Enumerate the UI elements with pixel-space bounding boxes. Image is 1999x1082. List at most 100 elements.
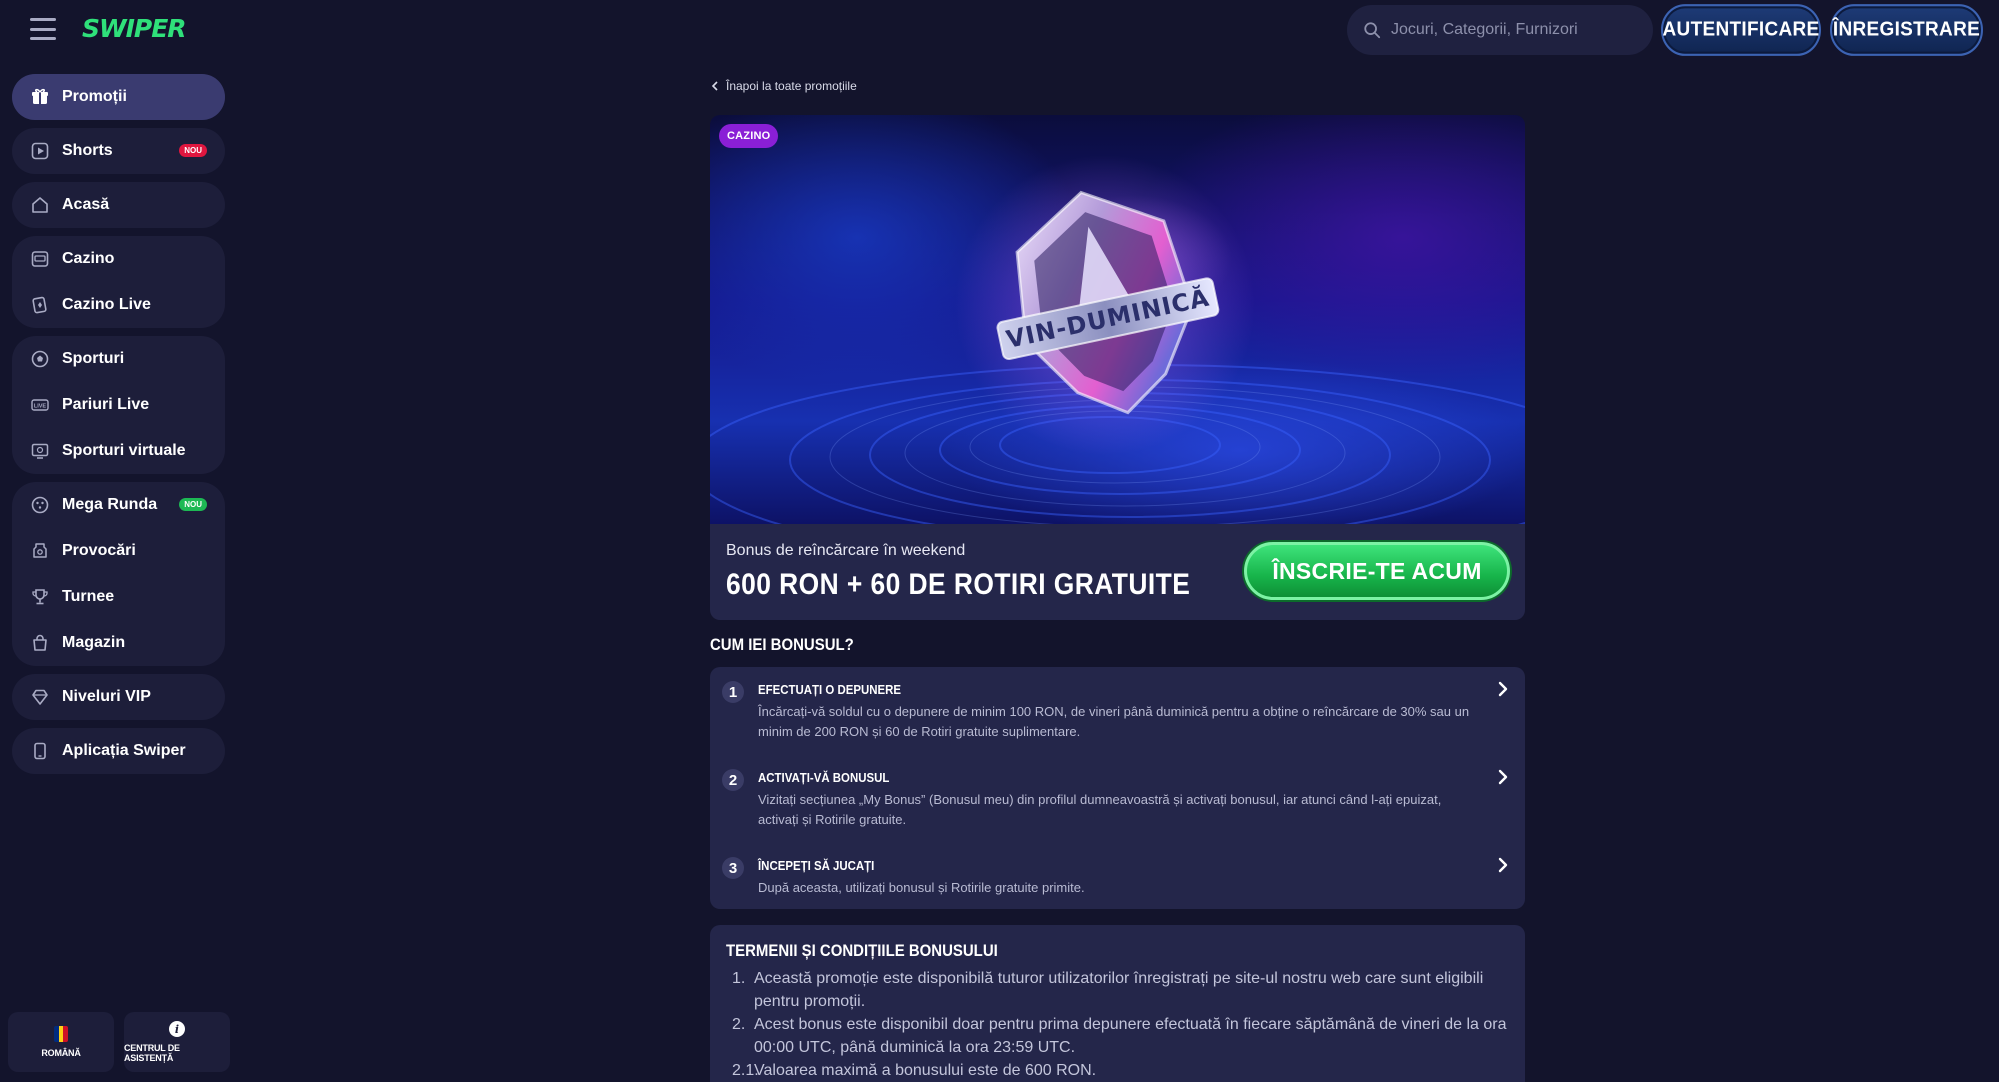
sidebar-item-label: Mega Runda [62,496,158,513]
slot-machine-icon [30,249,50,269]
sidebar-item-provocari[interactable]: Provocări [12,528,225,574]
language-button[interactable]: ROMÂNĂ [8,1012,114,1072]
sidebar-item-cazino-live[interactable]: Cazino Live [12,282,225,328]
back-link-label: Înapoi la toate promoțiile [726,79,857,93]
sidebar-item-pariuri-live[interactable]: LIVE Pariuri Live [12,382,225,428]
sidebar-item-sporturi-virtuale[interactable]: Sporturi virtuale [12,428,225,474]
promo-hero-image: VIN-DUMINICĂ [710,115,1525,524]
terms-and-conditions: TERMENII ȘI CONDIȚIILE BONUSULUI 1. Acea… [710,925,1525,1082]
term-item: 2. Acest bonus este disponibil doar pent… [726,1013,1516,1059]
chevron-right-icon[interactable] [1495,680,1511,698]
sidebar-item-label: Acasă [62,196,110,213]
how-to-get-bonus-title: CUM IEI BONUSUL? [710,635,854,654]
sidebar-group: Niveluri VIP [12,674,225,720]
sidebar-item-sporturi[interactable]: Sporturi [12,336,225,382]
step-number: 1 [722,681,744,703]
promo-subtitle: Bonus de reîncărcare în weekend [726,542,966,559]
step-title: ÎNCEPEȚI SĂ JUCAȚI [758,858,875,873]
sidebar-group: Sporturi LIVE Pariuri Live Sporturi virtual… [12,336,225,474]
term-text: Acest bonus este disponibil doar pentru … [754,1016,1507,1056]
step-number: 2 [722,769,744,791]
shopping-bag-icon [30,633,50,653]
sidebar-item-label: Shorts [62,142,113,159]
sidebar-item-turnee[interactable]: Turnee [12,574,225,620]
sidebar-item-shorts[interactable]: Shorts NOU [12,128,225,174]
step-text: După aceasta, utilizați bonusul și Rotir… [758,880,1085,895]
gift-icon [30,87,50,107]
live-icon: LIVE [30,395,50,415]
sidebar-item-label: Niveluri VIP [62,688,151,705]
help-center-label: CENTRUL DE ASISTENȚĂ [124,1043,180,1063]
search-icon [1364,22,1381,39]
promo-emblem-illustration: VIN-DUMINICĂ [710,155,1525,524]
sidebar-group: Cazino Cazino Live [12,236,225,328]
sidebar-item-label: Aplicația Swiper [62,742,186,759]
term-text: Valoarea maximă a bonusului este de 600 … [754,1062,1097,1079]
top-bar: SWIPER AUTENTIFICARE ÎNREGISTRARE [0,0,1999,58]
chevron-right-icon[interactable] [1495,856,1511,874]
join-now-button[interactable]: ÎNSCRIE-TE ACUM [1244,542,1510,600]
romania-flag-icon [54,1026,68,1042]
challenge-icon [30,541,50,561]
sidebar-item-aplicatia-swiper[interactable]: Aplicația Swiper [12,728,225,774]
sidebar-item-promotii[interactable]: Promoții [12,74,225,120]
cards-icon [30,295,50,315]
search-input[interactable] [1391,21,1641,39]
sidebar-item-label: Magazin [62,634,126,651]
term-text: Această promoție este disponibilă tuturo… [754,970,1484,1010]
sidebar-group: Acasă [12,182,225,228]
term-item: 2.1. Valoarea maximă a bonusului este de… [726,1059,1516,1082]
register-button[interactable]: ÎNREGISTRARE [1830,4,1983,56]
step-title: EFECTUAȚI O DEPUNERE [758,682,902,697]
sidebar-item-label: Pariuri Live [62,396,150,413]
back-link[interactable]: Înapoi la toate promoțiile [710,79,857,93]
new-badge: NOU [179,498,207,511]
step-title: ACTIVAȚI-VĂ BONUSUL [758,770,890,785]
term-item: 1. Această promoție este disponibilă tut… [726,967,1516,1013]
step-text: Vizitați secțiunea „My Bonus” (Bonusul m… [758,792,1442,827]
menu-icon[interactable] [30,18,56,40]
chevron-right-icon[interactable] [1495,768,1511,786]
help-center-button[interactable]: i CENTRUL DE ASISTENȚĂ [124,1012,230,1072]
promo-title: 600 RON + 60 DE ROTIRI GRATUITE [726,568,1191,601]
sidebar-item-cazino[interactable]: Cazino [12,236,225,282]
svg-text:LIVE: LIVE [34,404,47,410]
sidebar-item-label: Turnee [62,588,115,605]
term-number: 2.1. [732,1062,759,1079]
sidebar-item-label: Promoții [62,88,127,105]
sidebar-item-magazin[interactable]: Magazin [12,620,225,666]
sidebar-group: Aplicația Swiper [12,728,225,774]
sidebar: Promoții Shorts NOU Acasă Cazino Cazino Live S… [12,74,225,782]
diamond-icon [30,687,50,707]
sidebar-item-mega-runda[interactable]: Mega Runda NOU [12,482,225,528]
sidebar-item-label: Sporturi virtuale [62,442,186,459]
sidebar-item-label: Sporturi [62,350,125,367]
play-icon [30,141,50,161]
dice-icon [30,495,50,515]
sidebar-item-acasa[interactable]: Acasă [12,182,225,228]
sidebar-group: Shorts NOU [12,128,225,174]
phone-icon [30,741,50,761]
sidebar-item-label: Cazino [62,250,115,267]
chevron-left-icon [711,81,718,91]
search-box[interactable] [1347,5,1653,55]
home-icon [30,195,50,215]
terms-list: 1. Această promoție este disponibilă tut… [726,967,1516,1082]
sidebar-item-niveluri-vip[interactable]: Niveluri VIP [12,674,225,720]
promo-summary: Bonus de reîncărcare în weekend 600 RON … [710,524,1525,620]
virtual-sports-icon [30,441,50,461]
sidebar-item-label: Provocări [62,542,136,559]
language-label: ROMÂNĂ [41,1048,81,1058]
info-icon: i [169,1021,185,1037]
login-button[interactable]: AUTENTIFICARE [1661,4,1821,56]
term-number: 2. [732,1016,746,1033]
trophy-icon [30,587,50,607]
bonus-steps: 1 EFECTUAȚI O DEPUNERE Încărcați-vă sold… [710,667,1525,909]
sidebar-footer: ROMÂNĂ i CENTRUL DE ASISTENȚĂ [8,1012,230,1072]
step-number: 3 [722,857,744,879]
sidebar-item-label: Cazino Live [62,296,151,313]
logo[interactable]: SWIPER [82,12,187,46]
sidebar-group: Promoții [12,74,225,120]
new-badge: NOU [179,144,207,157]
sidebar-group: Mega Runda NOU Provocări Turnee Magazin [12,482,225,666]
